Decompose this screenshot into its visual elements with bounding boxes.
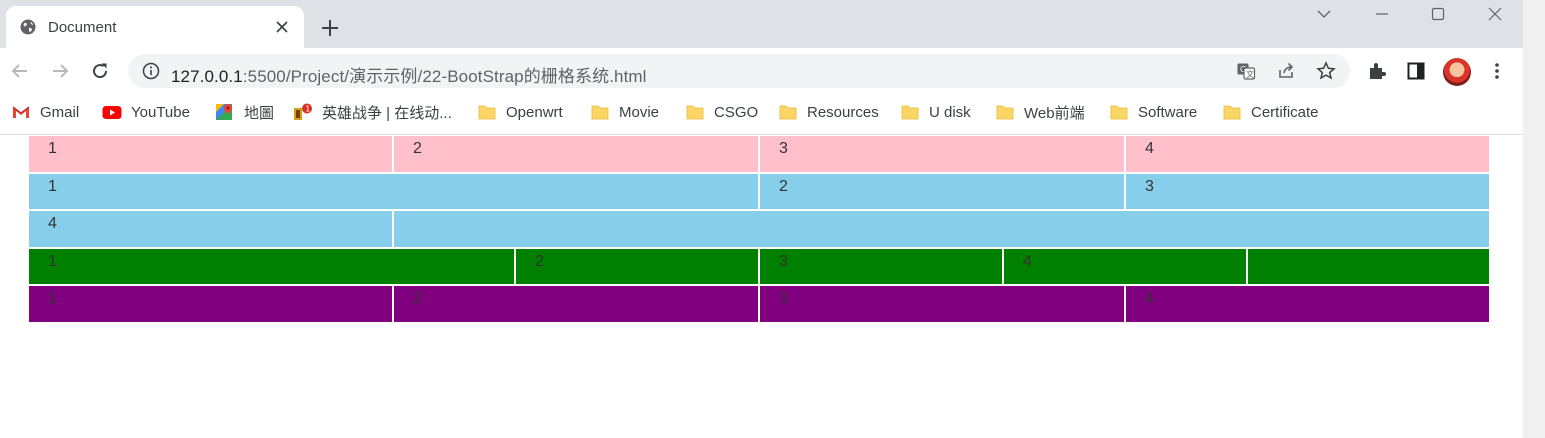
star-icon[interactable] (1316, 61, 1336, 81)
folder-icon (900, 103, 920, 121)
toolbar: 127.0.0.1:5500/Project/演示示例/22-BootStrap… (0, 48, 1523, 94)
grid-cell: 1 (29, 174, 758, 209)
address-bar[interactable]: 127.0.0.1:5500/Project/演示示例/22-BootStrap… (128, 54, 1350, 88)
globe-icon (20, 19, 36, 35)
info-icon[interactable] (142, 62, 160, 80)
svg-text:1: 1 (305, 104, 310, 113)
folder-icon (778, 103, 798, 121)
minimize-icon[interactable] (1372, 4, 1392, 24)
url-text[interactable]: 127.0.0.1:5500/Project/演示示例/22-BootStrap… (171, 62, 647, 87)
chevron-down-icon[interactable] (1314, 4, 1334, 24)
grid-cell: 1 (29, 286, 392, 322)
bookmark-youtube[interactable]: YouTube (102, 94, 190, 130)
folder-icon (1222, 103, 1242, 121)
window-edge (1523, 0, 1545, 438)
plus-icon[interactable] (320, 18, 340, 38)
bookmark-label: Movie (619, 103, 660, 121)
tab-strip: Document (0, 0, 1523, 48)
bookmark-label: U disk (929, 103, 971, 121)
folder-icon (685, 103, 705, 121)
bookmark-folder-csgo[interactable]: CSGO (685, 94, 758, 130)
bookmarks-bar: Gmail YouTube 地圖 1 英雄战争 | 在线动... Openwrt… (0, 94, 1523, 135)
menu-icon[interactable] (1486, 60, 1508, 82)
bookmark-maps[interactable]: 地圖 (215, 94, 274, 130)
bookmark-label: Certificate (1251, 103, 1319, 121)
profile-avatar[interactable] (1443, 58, 1471, 86)
bookmark-folder-movie[interactable]: Movie (590, 94, 659, 130)
grid-cell: 4 (1126, 286, 1489, 322)
folder-icon (590, 103, 610, 121)
game-icon: 1 (293, 103, 313, 121)
bookmark-folder-openwrt[interactable]: Openwrt (477, 94, 563, 130)
bookmark-label: CSGO (714, 103, 759, 121)
tab-title: Document (48, 19, 117, 36)
grid-cell: 4 (1126, 136, 1489, 172)
bookmark-label: YouTube (131, 103, 190, 121)
extensions-icon[interactable] (1366, 60, 1388, 82)
bookmark-label: Gmail (40, 103, 80, 121)
bookmark-label: Resources (807, 103, 879, 121)
bookmark-folder-certificate[interactable]: Certificate (1222, 94, 1319, 130)
bookmark-label: 英雄战争 | 在线动... (322, 104, 452, 122)
forward-arrow-icon[interactable] (49, 60, 71, 82)
bookmark-label: Web前端 (1024, 104, 1085, 122)
bookmark-label: 地圖 (244, 104, 275, 122)
maps-icon (215, 103, 235, 121)
grid-cell: 2 (394, 136, 758, 172)
close-window-icon[interactable] (1485, 4, 1505, 24)
folder-icon (1109, 103, 1129, 121)
bookmark-folder-resources[interactable]: Resources (778, 94, 879, 130)
grid-cell: 2 (394, 286, 758, 322)
grid-cell: 1 (29, 136, 392, 172)
side-panel-icon[interactable] (1405, 60, 1427, 82)
translate-icon[interactable]: G文 (1236, 61, 1256, 81)
svg-text:文: 文 (1246, 69, 1254, 79)
folder-icon (995, 103, 1015, 121)
grid-cell: 4 (29, 211, 392, 247)
back-arrow-icon[interactable] (9, 60, 31, 82)
url-path: :5500/Project/演示示例/22-BootStrap的栅格系统.htm… (242, 67, 647, 86)
grid-cell: 4 (1004, 249, 1246, 284)
grid-cell (1248, 249, 1489, 284)
grid-cell: 3 (760, 249, 1002, 284)
grid-cell: 2 (516, 249, 758, 284)
bookmark-label: Software (1138, 103, 1198, 121)
grid-cell (394, 211, 1489, 247)
youtube-icon (102, 103, 122, 121)
grid-cell: 3 (760, 286, 1124, 322)
tab-document[interactable]: Document (6, 6, 304, 48)
grid-cell: 1 (29, 249, 514, 284)
maximize-icon[interactable] (1428, 4, 1448, 24)
bookmark-folder-web[interactable]: Web前端 (995, 94, 1085, 130)
reload-icon[interactable] (89, 60, 111, 82)
grid-cell: 3 (760, 136, 1124, 172)
bookmark-folder-software[interactable]: Software (1109, 94, 1197, 130)
close-icon[interactable] (273, 18, 291, 36)
url-host: 127.0.0.1 (171, 67, 243, 86)
bookmark-folder-u-disk[interactable]: U disk (900, 94, 971, 130)
grid-cell: 3 (1126, 174, 1489, 209)
folder-icon (477, 103, 497, 121)
grid-cell: 2 (760, 174, 1124, 209)
bookmark-label: Openwrt (506, 103, 563, 121)
share-icon[interactable] (1276, 61, 1296, 81)
bookmark-gmail[interactable]: Gmail (11, 94, 79, 130)
bookmark-game[interactable]: 1 英雄战争 | 在线动... (293, 94, 452, 130)
gmail-icon (11, 103, 31, 121)
